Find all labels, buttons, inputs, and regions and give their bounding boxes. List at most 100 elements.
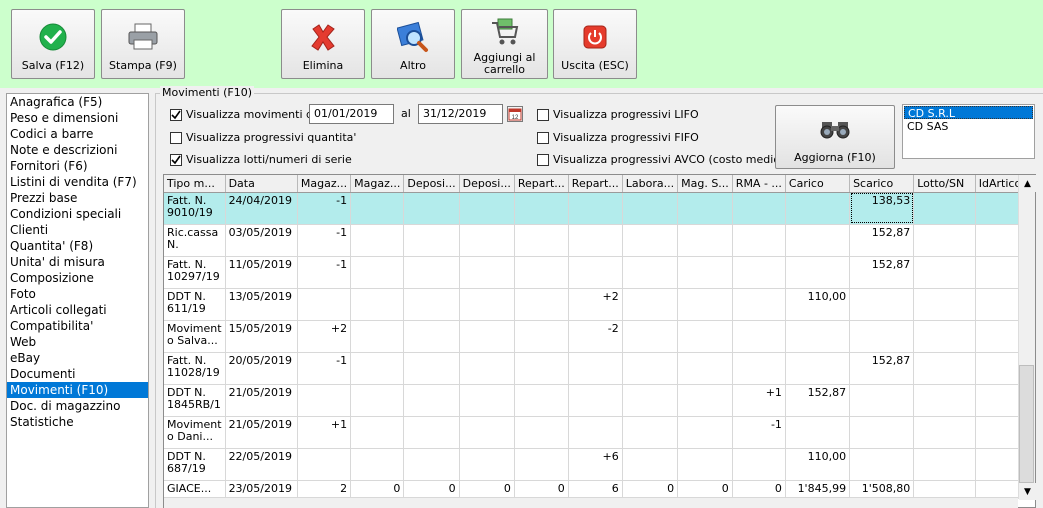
sidebar-item[interactable]: Prezzi base	[7, 190, 148, 206]
table-cell[interactable]: +1	[297, 416, 352, 449]
table-cell[interactable]: 21/05/2019	[225, 384, 298, 417]
table-cell[interactable]	[622, 192, 679, 225]
table-cell[interactable]	[403, 192, 460, 225]
table-cell[interactable]	[785, 320, 851, 353]
lots-serial-checkbox[interactable]: Visualizza lotti/numeri di serie	[170, 153, 352, 166]
column-header[interactable]: Deposi...	[459, 175, 515, 193]
table-cell[interactable]	[459, 352, 515, 385]
table-cell[interactable]: 110,00	[785, 448, 851, 481]
table-row[interactable]: DDT N. 611/19 13/05/2019 +2 110,00	[164, 288, 1035, 321]
table-cell[interactable]	[459, 256, 515, 289]
save-button[interactable]: Salva (F12)	[11, 9, 95, 79]
table-cell[interactable]: 152,87	[849, 256, 915, 289]
table-cell[interactable]	[350, 448, 405, 481]
table-cell[interactable]: +6	[568, 448, 623, 481]
table-cell[interactable]	[849, 416, 915, 449]
table-cell[interactable]	[568, 384, 623, 417]
table-cell[interactable]	[459, 288, 515, 321]
table-cell[interactable]: -1	[297, 192, 352, 225]
table-cell[interactable]	[403, 352, 460, 385]
column-header[interactable]: Magaz...	[297, 175, 352, 193]
table-cell[interactable]	[297, 384, 352, 417]
table-cell[interactable]	[732, 224, 786, 257]
table-cell[interactable]: Moviment o Dani...	[164, 416, 226, 449]
table-cell[interactable]	[849, 320, 915, 353]
table-cell[interactable]: DDT N. 611/19	[164, 288, 226, 321]
table-cell[interactable]	[459, 320, 515, 353]
table-cell[interactable]	[568, 192, 623, 225]
column-header[interactable]: Lotto/SN	[913, 175, 976, 193]
table-cell[interactable]: 0	[403, 480, 460, 498]
table-cell[interactable]	[568, 256, 623, 289]
table-cell[interactable]: Fatt. N. 11028/19	[164, 352, 226, 385]
calendar-icon[interactable]: 12	[507, 106, 523, 122]
column-header[interactable]: RMA - ...	[732, 175, 786, 193]
table-cell[interactable]	[622, 416, 679, 449]
table-cell[interactable]: 0	[622, 480, 679, 498]
table-row[interactable]: Moviment o Dani... 21/05/2019 +1 -1	[164, 416, 1035, 449]
table-cell[interactable]: -1	[297, 224, 352, 257]
table-cell[interactable]	[403, 256, 460, 289]
table-cell[interactable]	[459, 448, 515, 481]
company-listbox[interactable]: CD S.R.L CD SAS	[902, 104, 1035, 159]
table-cell[interactable]: 0	[677, 480, 733, 498]
table-cell[interactable]	[677, 256, 733, 289]
table-cell[interactable]: 152,87	[849, 224, 915, 257]
table-row[interactable]: Ric.cassa N. 03/05/2019 -1 152,87	[164, 224, 1035, 257]
table-cell[interactable]: -1	[297, 352, 352, 385]
table-cell[interactable]	[514, 384, 569, 417]
table-cell[interactable]: 15/05/2019	[225, 320, 298, 353]
table-cell[interactable]: 152,87	[785, 384, 851, 417]
column-header[interactable]: Tipo m...	[164, 175, 226, 193]
table-cell[interactable]	[403, 288, 460, 321]
table-cell[interactable]: 11/05/2019	[225, 256, 298, 289]
table-cell[interactable]	[568, 352, 623, 385]
company-item[interactable]: CD SAS	[904, 120, 1033, 133]
table-cell[interactable]	[849, 448, 915, 481]
table-cell[interactable]: 6	[568, 480, 623, 498]
table-cell[interactable]	[622, 320, 679, 353]
column-header[interactable]: Carico	[785, 175, 851, 193]
table-cell[interactable]: -1	[297, 256, 352, 289]
table-cell[interactable]	[622, 224, 679, 257]
table-cell[interactable]	[913, 352, 976, 385]
table-cell[interactable]	[677, 320, 733, 353]
column-header[interactable]: Repart...	[568, 175, 623, 193]
column-header[interactable]: Repart...	[514, 175, 569, 193]
table-cell[interactable]	[514, 288, 569, 321]
sidebar-item[interactable]: Statistiche	[7, 414, 148, 430]
table-cell[interactable]: +1	[732, 384, 786, 417]
refresh-button[interactable]: Aggiorna (F10)	[775, 105, 895, 169]
table-cell[interactable]	[732, 288, 786, 321]
sidebar-item[interactable]: Codici a barre	[7, 126, 148, 142]
table-cell[interactable]	[297, 288, 352, 321]
sidebar-item[interactable]: Quantita' (F8)	[7, 238, 148, 254]
sidebar-item[interactable]: Condizioni speciali	[7, 206, 148, 222]
table-cell[interactable]	[785, 352, 851, 385]
table-cell[interactable]	[622, 352, 679, 385]
column-header[interactable]: Mag. S...	[677, 175, 733, 193]
column-header[interactable]: Data	[225, 175, 298, 193]
sidebar-item[interactable]: Web	[7, 334, 148, 350]
table-cell[interactable]: 03/05/2019	[225, 224, 298, 257]
table-cell[interactable]	[732, 256, 786, 289]
table-cell[interactable]	[297, 448, 352, 481]
table-cell[interactable]	[913, 384, 976, 417]
table-cell[interactable]: 0	[459, 480, 515, 498]
table-cell[interactable]	[459, 416, 515, 449]
print-button[interactable]: Stampa (F9)	[101, 9, 185, 79]
lifo-checkbox[interactable]: Visualizza progressivi LIFO	[537, 108, 699, 121]
table-cell[interactable]	[785, 256, 851, 289]
table-cell[interactable]	[677, 192, 733, 225]
table-cell[interactable]	[514, 224, 569, 257]
table-cell[interactable]: Ric.cassa N.	[164, 224, 226, 257]
table-cell[interactable]	[514, 352, 569, 385]
table-cell[interactable]: -2	[568, 320, 623, 353]
table-cell[interactable]	[622, 288, 679, 321]
column-header[interactable]: Deposi...	[403, 175, 460, 193]
sidebar-item[interactable]: Clienti	[7, 222, 148, 238]
add-to-cart-button[interactable]: Aggiungi al carrello	[461, 9, 548, 79]
scroll-thumb[interactable]	[1019, 365, 1034, 483]
sidebar-item[interactable]: Foto	[7, 286, 148, 302]
table-cell[interactable]	[849, 384, 915, 417]
